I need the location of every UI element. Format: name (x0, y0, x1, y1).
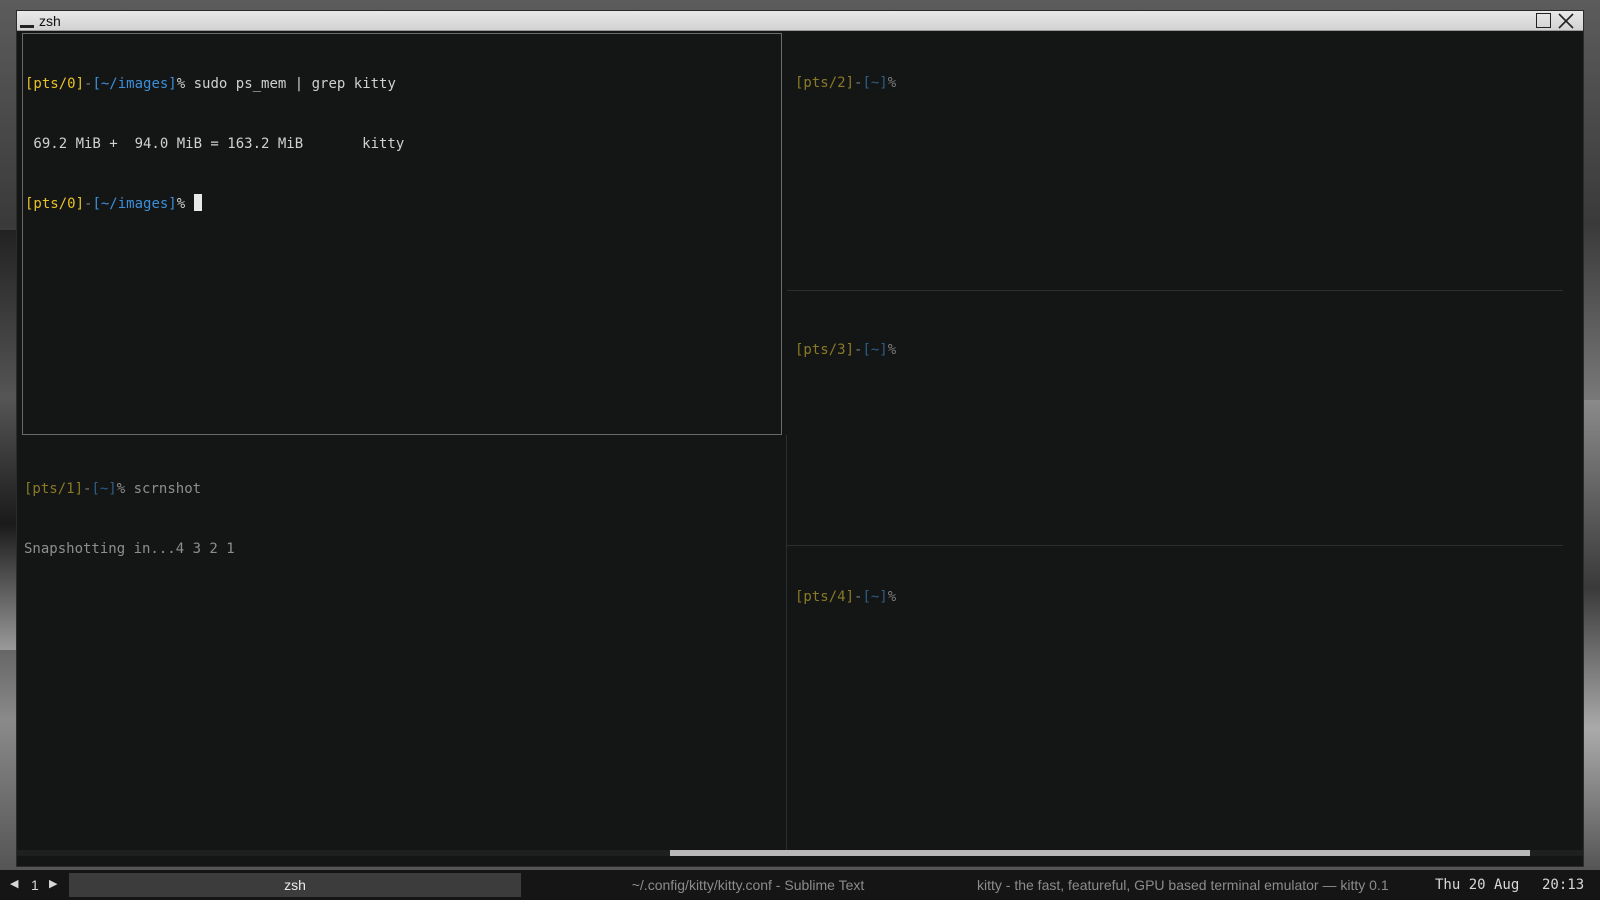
terminal-pane-2[interactable]: [pts/2]-[~]% (791, 33, 1561, 291)
terminal-line: [pts/0]-[~/images]% (25, 194, 779, 214)
maximize-icon[interactable] (1536, 13, 1551, 28)
prompt-char: % (887, 589, 897, 605)
title-bar[interactable]: zsh (17, 11, 1583, 31)
window-title: zsh (39, 13, 61, 29)
terminal-line: [pts/0]-[~/images]% sudo ps_mem | grep k… (25, 74, 779, 94)
desktop-number[interactable]: 1 (31, 877, 39, 893)
terminal-line: [pts/2]-[~]% (795, 73, 1557, 93)
scrollbar-thumb[interactable] (670, 850, 1530, 856)
command-output: 69.2 MiB + 94.0 MiB = 163.2 MiB kitty (25, 136, 405, 152)
terminal-pane-4[interactable]: [pts/4]-[~]% (791, 547, 1561, 849)
next-desktop-icon[interactable]: ▶ (49, 877, 57, 890)
command-text: sudo ps_mem | grep kitty (185, 76, 396, 92)
terminal-pane-1[interactable]: [pts/1]-[~]% scrnshot Snapshotting in...… (22, 439, 787, 849)
prompt-char: % (176, 76, 186, 92)
taskbar-task-sublime[interactable]: ~/.config/kitty/kitty.conf - Sublime Tex… (523, 873, 973, 897)
terminal-line: [pts/4]-[~]% (795, 587, 1557, 607)
prompt-char: % (176, 196, 194, 212)
text-cursor (193, 194, 202, 211)
prev-desktop-icon[interactable]: ◀ (10, 877, 18, 890)
prompt-tty: [pts/1] (24, 481, 84, 497)
clock-time: 20:13 (1542, 877, 1585, 893)
prompt-char: % (887, 75, 897, 91)
prompt-tty: [pts/3] (795, 342, 855, 358)
prompt-tty: [pts/4] (795, 589, 855, 605)
terminal-pane-3[interactable]: [pts/3]-[~]% (791, 300, 1561, 545)
wallpaper-right-strip (1584, 400, 1600, 870)
prompt-tty: [pts/0] (25, 196, 85, 212)
prompt-char: % (116, 481, 126, 497)
clock-date: Thu 20 Aug (1435, 877, 1520, 893)
prompt-dir: [~] (862, 75, 888, 91)
terminal-line: [pts/1]-[~]% scrnshot (24, 479, 785, 499)
minimize-icon[interactable] (20, 25, 34, 28)
prompt-char: % (887, 342, 897, 358)
prompt-tty: [pts/0] (25, 76, 85, 92)
prompt-dir: [~/images] (92, 76, 177, 92)
taskbar-task-zsh[interactable]: zsh (69, 873, 521, 897)
pane-divider[interactable] (787, 545, 1563, 546)
pane-divider[interactable] (787, 290, 1563, 291)
taskbar-task-kitty-browser[interactable]: kitty - the fast, featureful, GPU based … (975, 873, 1426, 897)
command-text: scrnshot (125, 481, 202, 497)
terminal-window[interactable]: zsh [pts/0]-[~/images]% sudo ps_mem | gr… (16, 10, 1584, 867)
terminal-pane-0[interactable]: [pts/0]-[~/images]% sudo ps_mem | grep k… (22, 33, 782, 435)
pane-divider[interactable] (786, 435, 787, 851)
taskbar: ◀ 1 ▶ zsh ~/.config/kitty/kitty.conf - S… (0, 870, 1600, 900)
prompt-dir: [~] (91, 481, 117, 497)
prompt-tty: [pts/2] (795, 75, 855, 91)
prompt-dir: [~/images] (92, 196, 177, 212)
terminal-line: [pts/3]-[~]% (795, 340, 1557, 360)
prompt-dir: [~] (862, 589, 888, 605)
command-output: Snapshotting in...4 3 2 1 (24, 541, 235, 557)
close-icon[interactable] (1557, 12, 1575, 30)
wallpaper-left-strip (0, 230, 16, 650)
prompt-dir: [~] (862, 342, 888, 358)
pane-divider[interactable] (786, 31, 787, 435)
